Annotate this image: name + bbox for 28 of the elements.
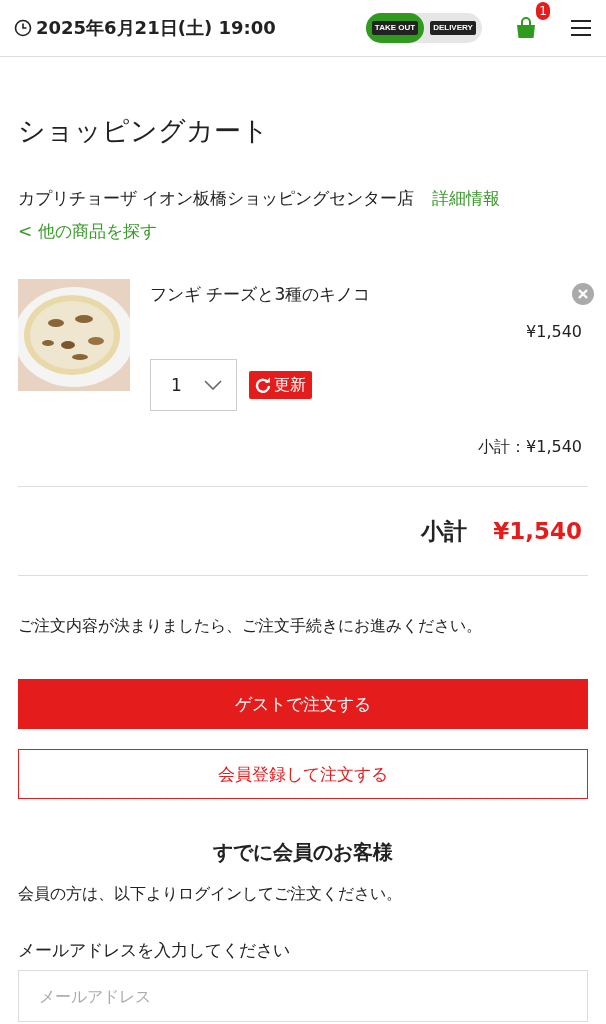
store-name: カプリチョーザ イオン板橋ショッピングセンター店 [18,187,415,210]
register-order-button[interactable]: 会員登録して注文する [18,749,588,799]
page-title: ショッピングカート [18,114,270,148]
back-link[interactable]: < 他の商品を探す [18,220,157,243]
mode-tab[interactable]: TAKE OUT [366,13,424,43]
cart-button[interactable] [514,16,538,40]
details-link[interactable]: 詳細情報 [432,187,501,210]
menu-icon[interactable] [570,18,592,38]
member-text: 会員の方は、以下よりログインしてご注文ください。 [18,884,403,905]
chevron-down-icon [204,380,222,390]
section-heading: すでに会員のお客様 [212,839,394,866]
cart-count-badge: 1 [536,2,550,20]
instruction-text: ご注文内容が決まりましたら、ご注文手続きにお進みください。 [18,616,483,637]
product-name: フンギ チーズと3種のキノコ [150,283,371,306]
date-time: 2025年6月21日(土) 19:00 [14,16,276,40]
subtotal-amount: ¥1,540 [493,518,582,544]
mode-tab[interactable]: DELIVERY [424,13,482,43]
quantity-select[interactable]: 1 [150,359,237,411]
remove-icon[interactable] [572,283,594,305]
product-price: ¥1,540 [526,322,582,341]
email-field[interactable]: メールアドレス [18,970,588,1022]
guest-order-button[interactable]: ゲストで注文する [18,679,588,729]
update-button[interactable]: 更新 [249,371,312,399]
clock-icon [14,19,32,37]
refresh-icon [255,377,271,393]
subtotal-label: 小計 [421,516,468,546]
item-subtotal: 小計：¥1,540 [478,437,582,458]
email-label: メールアドレスを入力してください [18,939,291,962]
